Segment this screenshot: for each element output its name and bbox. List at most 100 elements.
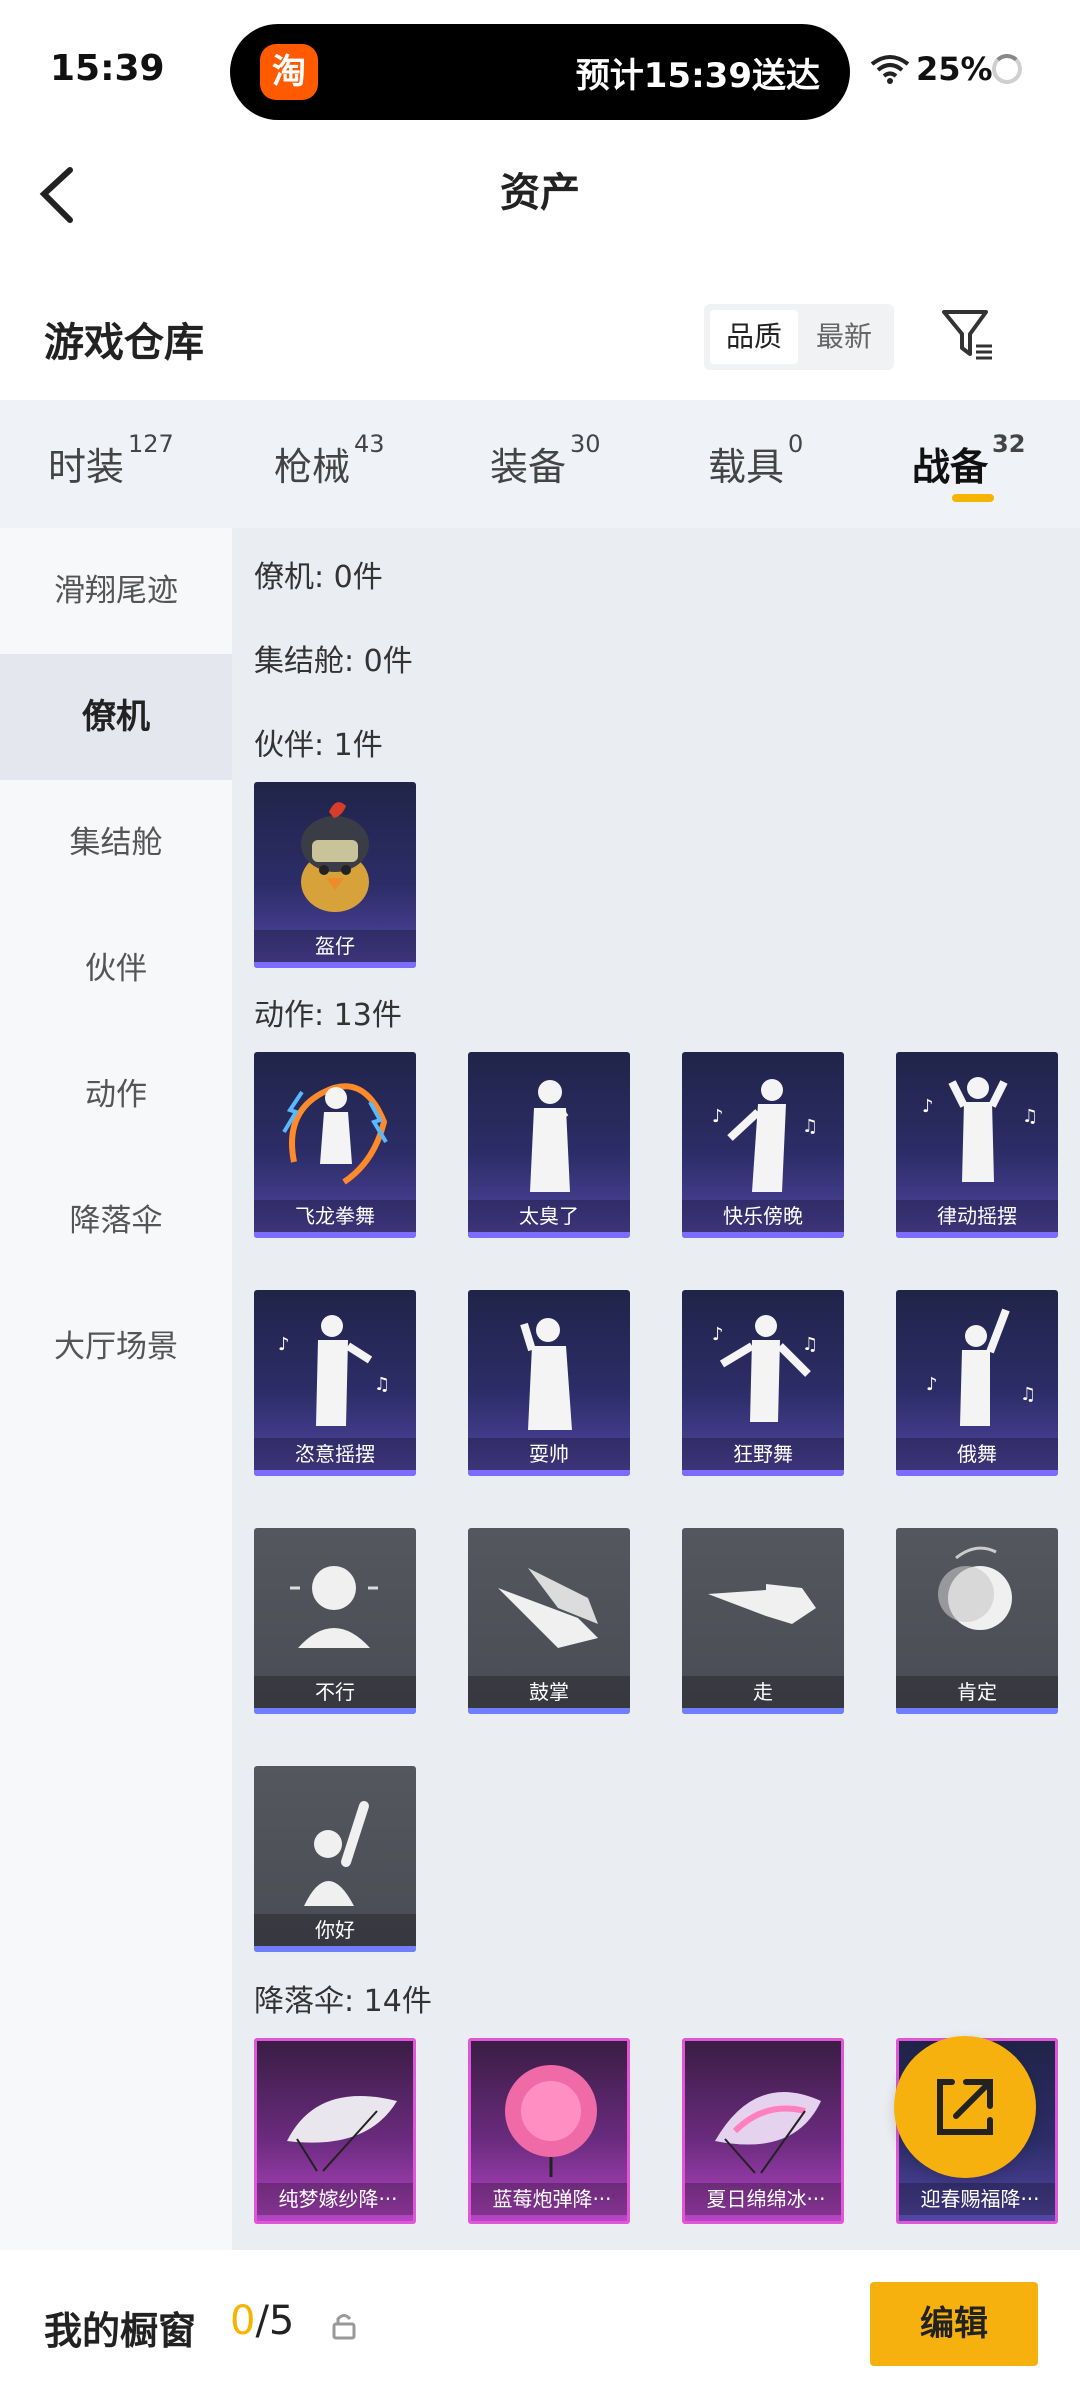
item-card[interactable]: 纯梦嫁纱降··· [254, 2038, 416, 2224]
rarity-bar [254, 962, 416, 968]
item-card[interactable]: 你好 [254, 1766, 416, 1952]
item-label: 狂野舞 [682, 1438, 844, 1470]
rarity-bar [896, 1708, 1058, 1714]
tab-guns[interactable]: 枪械43 [274, 430, 385, 491]
item-label: 俄舞 [896, 1438, 1058, 1470]
item-card[interactable]: ♪ ♫ 俄舞 [896, 1290, 1058, 1476]
item-label: 鼓掌 [468, 1676, 630, 1708]
item-card[interactable]: 飞龙拳舞 [254, 1052, 416, 1238]
item-card[interactable]: 肯定 [896, 1528, 1058, 1714]
section-title: 伙伴: 1件 [254, 728, 383, 763]
edit-button[interactable]: 编辑 [870, 2282, 1038, 2366]
filter-icon[interactable] [940, 306, 996, 364]
rarity-bar [682, 1708, 844, 1714]
rarity-bar [254, 1708, 416, 1714]
sidebar-item-wingman[interactable]: 僚机 [0, 654, 232, 780]
dancer-icon [520, 1318, 572, 1430]
active-tab-indicator [952, 494, 994, 502]
tab-count: 32 [992, 430, 1026, 458]
svg-text:♫: ♫ [802, 1116, 818, 1137]
item-grid: 僚机: 0件 集结舱: 0件 伙伴: 1件 盔仔 动作: 13件 飞龙拳舞 太臭… [232, 528, 1080, 2250]
wifi-icon [870, 55, 910, 84]
item-card[interactable]: 夏日绵绵冰··· [682, 2038, 844, 2224]
rarity-bar [468, 1708, 630, 1714]
helmet-chick-icon [301, 802, 369, 912]
item-label: 你好 [254, 1914, 416, 1946]
rarity-bar [254, 1232, 416, 1238]
sidebar-item-rally-pod[interactable]: 集结舱 [0, 780, 232, 906]
tab-label: 载具 [708, 445, 785, 489]
parachute-icon [505, 2065, 597, 2177]
item-card[interactable]: 蓝莓炮弹降··· [468, 2038, 630, 2224]
rarity-bar [896, 1470, 1058, 1476]
sort-newest-button[interactable]: 最新 [800, 310, 888, 364]
bottom-bar: 我的橱窗 0/5 编辑 [0, 2250, 1080, 2400]
item-label: 律动摇摆 [896, 1200, 1058, 1232]
dancer-icon: ♪♫ [712, 1079, 818, 1192]
tab-equipment[interactable]: 装备30 [490, 430, 601, 491]
tab-fashion[interactable]: 时装127 [48, 430, 174, 491]
item-label: 走 [682, 1676, 844, 1708]
item-card[interactable]: 太臭了 [468, 1052, 630, 1238]
delivery-text: 预计15:39送达 [575, 56, 820, 96]
item-label: 纯梦嫁纱降··· [257, 2183, 413, 2215]
dancer-icon [282, 1083, 388, 1185]
item-card[interactable]: 盔仔 [254, 782, 416, 968]
nav-bar: 资产 [0, 140, 1080, 250]
item-label: 不行 [254, 1676, 416, 1708]
item-label: 迎春赐福降··· [899, 2183, 1055, 2215]
dancer-icon: ♪♫ [712, 1315, 818, 1422]
sidebar: 滑翔尾迹 僚机 集结舱 伙伴 动作 降落伞 大厅场景 [0, 528, 232, 2250]
item-label: 夏日绵绵冰··· [685, 2183, 841, 2215]
svg-text:♫: ♫ [1020, 1384, 1036, 1405]
svg-text:♪: ♪ [712, 1324, 724, 1345]
showcase-count: 0/5 [230, 2298, 294, 2344]
svg-text:♪: ♪ [926, 1374, 938, 1395]
item-card[interactable]: 鼓掌 [468, 1528, 630, 1714]
tab-label: 战备 [912, 445, 989, 489]
wave-hello-icon [304, 1801, 369, 1906]
item-label: 太臭了 [468, 1200, 630, 1232]
sidebar-item-actions[interactable]: 动作 [0, 1032, 232, 1158]
battery-percent: 25% [916, 50, 993, 88]
sidebar-item-glide-trail[interactable]: 滑翔尾迹 [0, 528, 232, 654]
svg-text:♫: ♫ [802, 1334, 818, 1355]
sidebar-item-parachute[interactable]: 降落伞 [0, 1158, 232, 1284]
rarity-bar [254, 1470, 416, 1476]
warehouse-header: 游戏仓库 品质 最新 [0, 290, 1080, 390]
item-card[interactable]: ♪ ♫ 狂野舞 [682, 1290, 844, 1476]
item-card[interactable]: 耍帅 [468, 1290, 630, 1476]
battery-icon [992, 54, 1022, 84]
item-card[interactable]: ♪ ♫ 律动摇摆 [896, 1052, 1058, 1238]
svg-text:♫: ♫ [374, 1374, 390, 1395]
svg-text:♪: ♪ [712, 1106, 724, 1127]
sidebar-item-partner[interactable]: 伙伴 [0, 906, 232, 1032]
dancer-icon [530, 1080, 570, 1192]
warehouse-title: 游戏仓库 [44, 320, 204, 366]
section-title: 僚机: 0件 [254, 560, 383, 595]
clap-hands-icon [498, 1568, 598, 1648]
section-title: 集结舱: 0件 [254, 644, 413, 679]
rarity-bar [896, 1232, 1058, 1238]
sidebar-item-lobby-scene[interactable]: 大厅场景 [0, 1284, 232, 1410]
tab-label: 时装 [48, 445, 125, 489]
head-shake-icon [290, 1566, 378, 1648]
item-label: 恣意摇摆 [254, 1438, 416, 1470]
share-button[interactable] [894, 2036, 1036, 2178]
parachute-icon [287, 2096, 397, 2172]
page-title: 资产 [500, 170, 580, 216]
tab-count: 30 [570, 430, 601, 458]
svg-text:♫: ♫ [1022, 1106, 1038, 1127]
item-card[interactable]: ♪ ♫ 快乐傍晚 [682, 1052, 844, 1238]
item-card[interactable]: 不行 [254, 1528, 416, 1714]
pointing-hand-icon [708, 1584, 816, 1624]
nod-head-icon [938, 1546, 1012, 1630]
sort-quality-button[interactable]: 品质 [710, 310, 798, 364]
item-card[interactable]: 走 [682, 1528, 844, 1714]
section-title: 降落伞: 14件 [254, 1984, 432, 2019]
item-card[interactable]: ♪ ♫ 恣意摇摆 [254, 1290, 416, 1476]
status-bar: 15:39 淘 预计15:39送达 25% [0, 0, 1080, 140]
tab-battle-prep[interactable]: 战备32 [912, 430, 1025, 491]
tab-vehicles[interactable]: 载具0 [708, 430, 803, 491]
dynamic-island[interactable]: 淘 预计15:39送达 [230, 24, 850, 120]
